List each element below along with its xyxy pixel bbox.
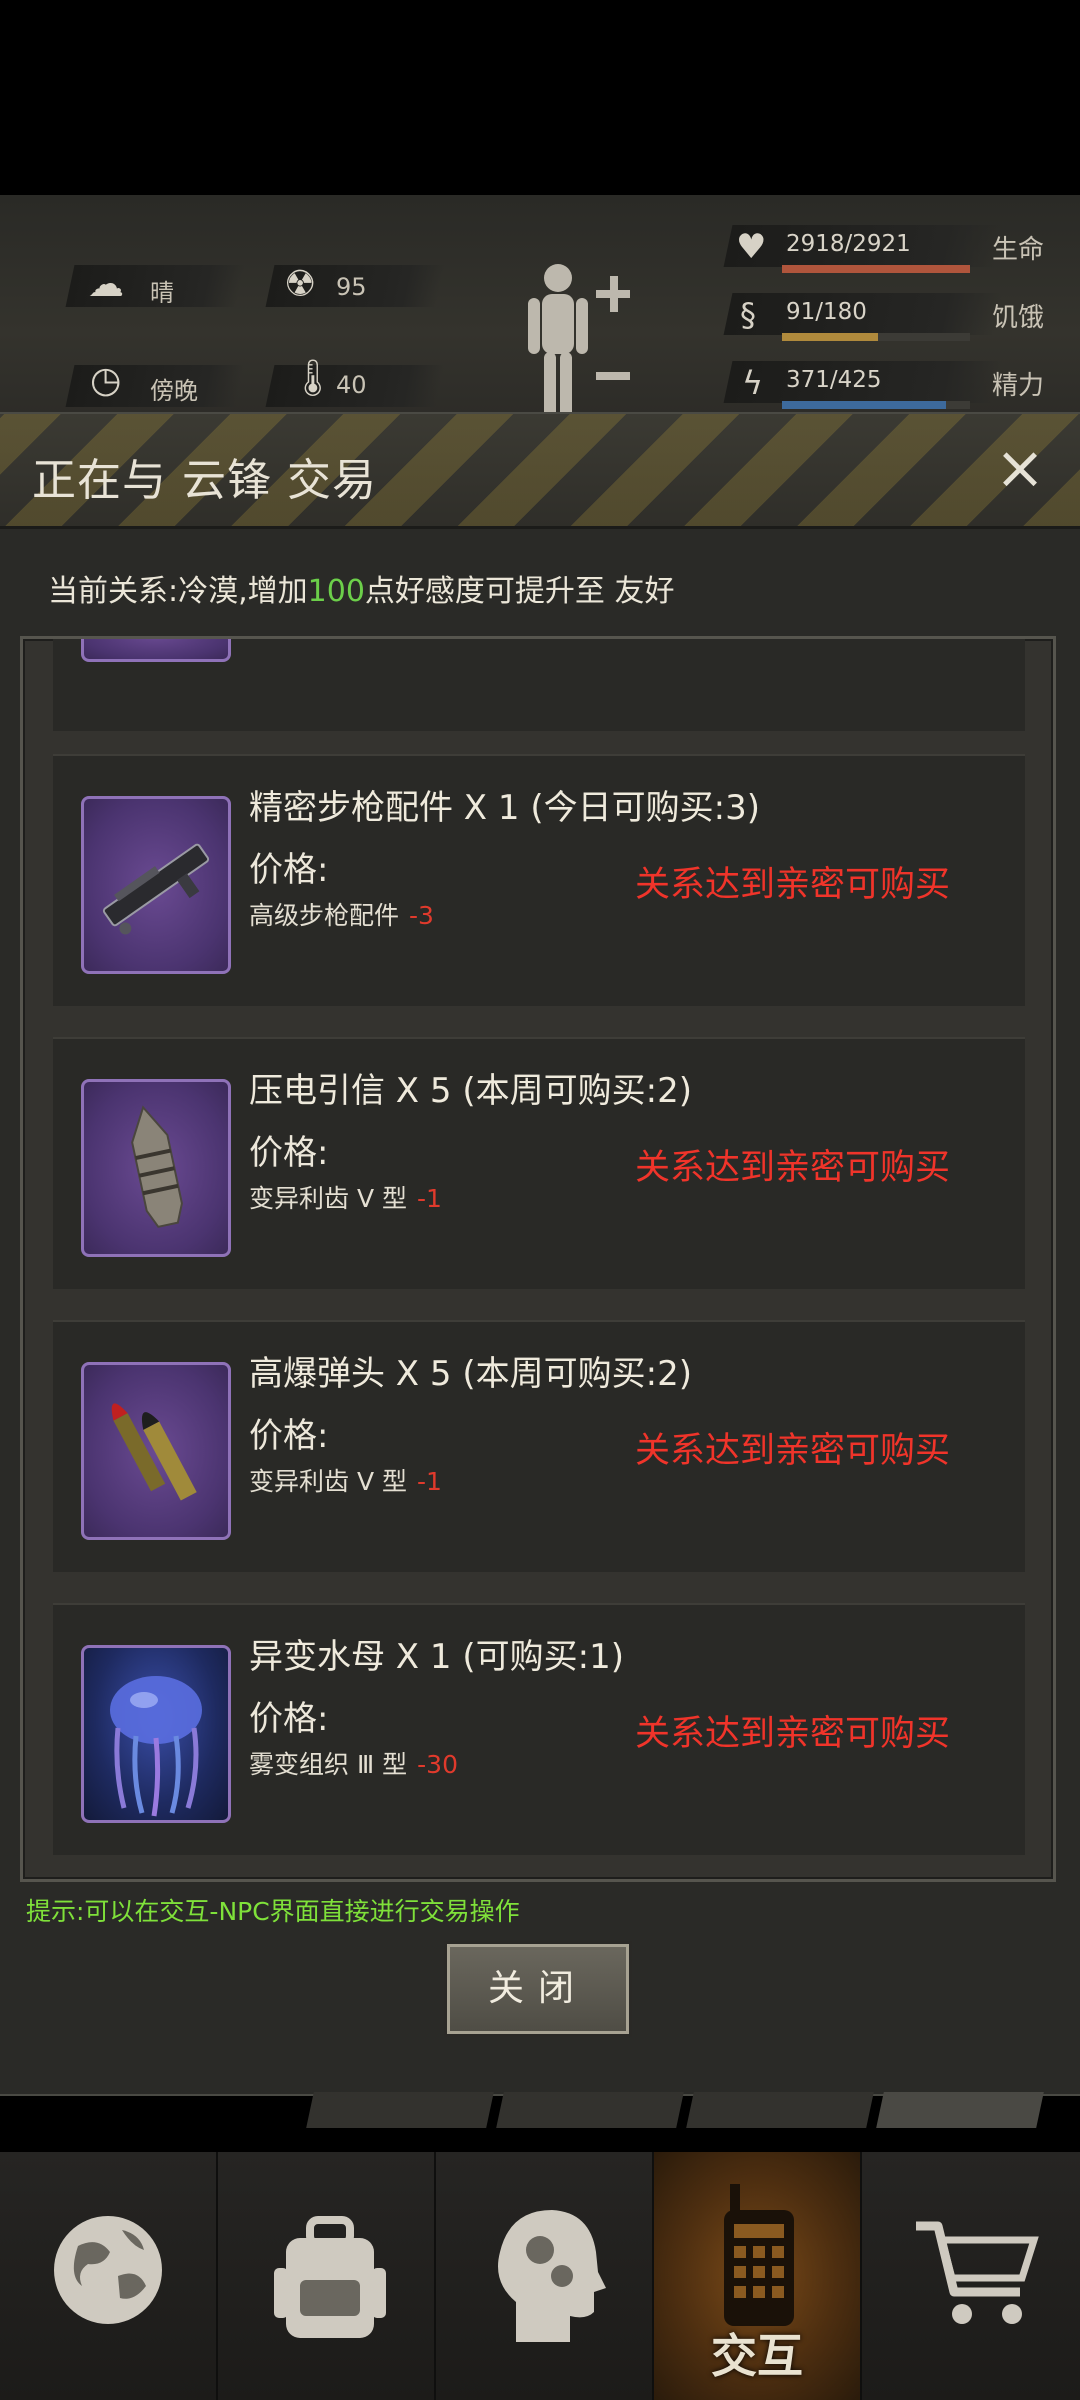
background-tab [496, 2092, 684, 2128]
background-tab [876, 2092, 1044, 2128]
price-label: 价格: [249, 850, 329, 890]
trade-item-list[interactable]: 精密步枪配件 X 1 (今日可购买:3) 价格: 高级步枪配件 -3 关系达到亲密… [20, 636, 1056, 1882]
body-status-icon[interactable] [520, 260, 630, 425]
list-item[interactable]: 高爆弹头 X 5 (本周可购买:2) 价格: 变异利齿 V 型 -1 关系达到亲密… [53, 1320, 1025, 1572]
price-item: 高级步枪配件 -3 [249, 896, 434, 932]
jellyfish-icon[interactable] [81, 1645, 231, 1823]
list-item[interactable]: 压电引信 X 5 (本周可购买:2) 价格: 变异利齿 V 型 -1 关系达到亲密… [53, 1037, 1025, 1289]
nav-interact[interactable]: 交互 [654, 2152, 860, 2400]
price-label: 价格: [249, 1416, 329, 1456]
energy-label: 精力 [992, 371, 1045, 401]
price-item: 变异利齿 V 型 -1 [249, 1179, 442, 1215]
hunger-label: 饥饿 [992, 303, 1045, 333]
price-item-name: 变异利齿 V 型 [249, 1184, 407, 1213]
relation-prefix: 当前关系:冷漠,增加 [48, 574, 308, 609]
nav-shop[interactable] [862, 2152, 1080, 2400]
stomach-icon: § [740, 296, 756, 334]
purchase-requirement: 关系达到亲密可购买 [635, 1148, 951, 1188]
health-label: 生命 [992, 235, 1045, 265]
price-amount: -30 [417, 1750, 458, 1779]
price-amount: -3 [409, 901, 434, 930]
purchase-requirement: 关系达到亲密可购买 [635, 1714, 951, 1754]
price-item-name: 高级步枪配件 [249, 901, 400, 930]
rifle-part-icon[interactable] [81, 796, 231, 974]
weather-text: 晴 [150, 279, 174, 307]
head-gears-icon [498, 2210, 606, 2342]
item-name: 异变水母 X 1 (可购买:1) [249, 1637, 624, 1677]
relation-points: 100 [307, 574, 365, 609]
item-name: 压电引信 X 5 (本周可购买:2) [249, 1071, 692, 1111]
trade-dialog: 正在与 云锋 交易 × 当前关系:冷漠,增加100点好感度可提升至 友好 精密步… [0, 412, 1080, 2096]
time-of-day-text: 傍晚 [150, 377, 198, 405]
cart-icon [916, 2221, 1039, 2324]
radiation-icon: ☢ [284, 264, 317, 305]
hint-text: 提示:可以在交互-NPC界面直接进行交易操作 [26, 1897, 520, 1926]
walkie-talkie-icon [724, 2184, 794, 2326]
dialog-title: 正在与 云锋 交易 [32, 455, 377, 506]
thermometer-icon: 🌡 [290, 358, 336, 399]
background-tab [306, 2092, 494, 2128]
status-panel: ☁ 晴 ☢ 95 ◷ 傍晚 🌡 40 ♥ 2918/2921 生命 § 91/1… [0, 195, 1080, 425]
price-label: 价格: [249, 1133, 329, 1173]
bottom-navigation: 交互 [0, 2152, 1080, 2400]
background-tabs [290, 2092, 1050, 2132]
relation-suffix: 点好感度可提升至 友好 [364, 574, 675, 609]
energy-bar [782, 401, 970, 409]
item-name: 精密步枪配件 X 1 (今日可购买:3) [249, 788, 760, 828]
price-item: 变异利齿 V 型 -1 [249, 1462, 442, 1498]
nav-world[interactable] [0, 2152, 216, 2400]
price-item-name: 变异利齿 V 型 [249, 1467, 407, 1496]
temperature-value: 40 [336, 371, 367, 399]
hunger-value: 91/180 [786, 299, 867, 325]
close-icon[interactable]: × [988, 436, 1052, 500]
warhead-icon[interactable] [81, 1362, 231, 1540]
item-slot [81, 639, 231, 662]
price-label: 价格: [249, 1699, 329, 1739]
purchase-requirement: 关系达到亲密可购买 [635, 865, 951, 905]
nav-backpack[interactable] [218, 2152, 434, 2400]
dialog-header: 正在与 云锋 交易 × [0, 414, 1080, 529]
close-button[interactable]: 关闭 [447, 1944, 629, 2034]
item-name: 高爆弹头 X 5 (本周可购买:2) [249, 1354, 692, 1394]
price-item: 雾变组织 Ⅲ 型 -30 [249, 1745, 458, 1781]
purchase-requirement: 关系达到亲密可购买 [635, 1431, 951, 1471]
price-item-name: 雾变组织 Ⅲ 型 [249, 1750, 408, 1779]
energy-value: 371/425 [786, 367, 882, 393]
energy-icon: ϟ [742, 364, 764, 402]
price-amount: -1 [417, 1467, 442, 1496]
backpack-icon [274, 2216, 386, 2338]
background-tab [686, 2092, 874, 2128]
list-item[interactable]: 精密步枪配件 X 1 (今日可购买:3) 价格: 高级步枪配件 -3 关系达到亲密… [53, 754, 1025, 1006]
health-bar [782, 265, 970, 273]
weather-cloud-icon: ☁ [88, 264, 124, 305]
nav-skills[interactable] [436, 2152, 652, 2400]
hunger-bar [782, 333, 970, 341]
list-item[interactable]: 异变水母 X 1 (可购买:1) 价格: 雾变组织 Ⅲ 型 -30 关系达到亲密可… [53, 1603, 1025, 1855]
fuse-icon[interactable] [81, 1079, 231, 1257]
clock-icon: ◷ [90, 360, 122, 401]
list-item-partial [53, 639, 1025, 731]
nav-interact-label: 交互 [711, 2329, 803, 2383]
globe-icon [54, 2216, 162, 2324]
relation-status: 当前关系:冷漠,增加100点好感度可提升至 友好 [48, 566, 674, 610]
health-value: 2918/2921 [786, 231, 911, 257]
price-amount: -1 [417, 1184, 442, 1213]
heart-icon: ♥ [736, 227, 767, 267]
radiation-value: 95 [336, 273, 367, 301]
